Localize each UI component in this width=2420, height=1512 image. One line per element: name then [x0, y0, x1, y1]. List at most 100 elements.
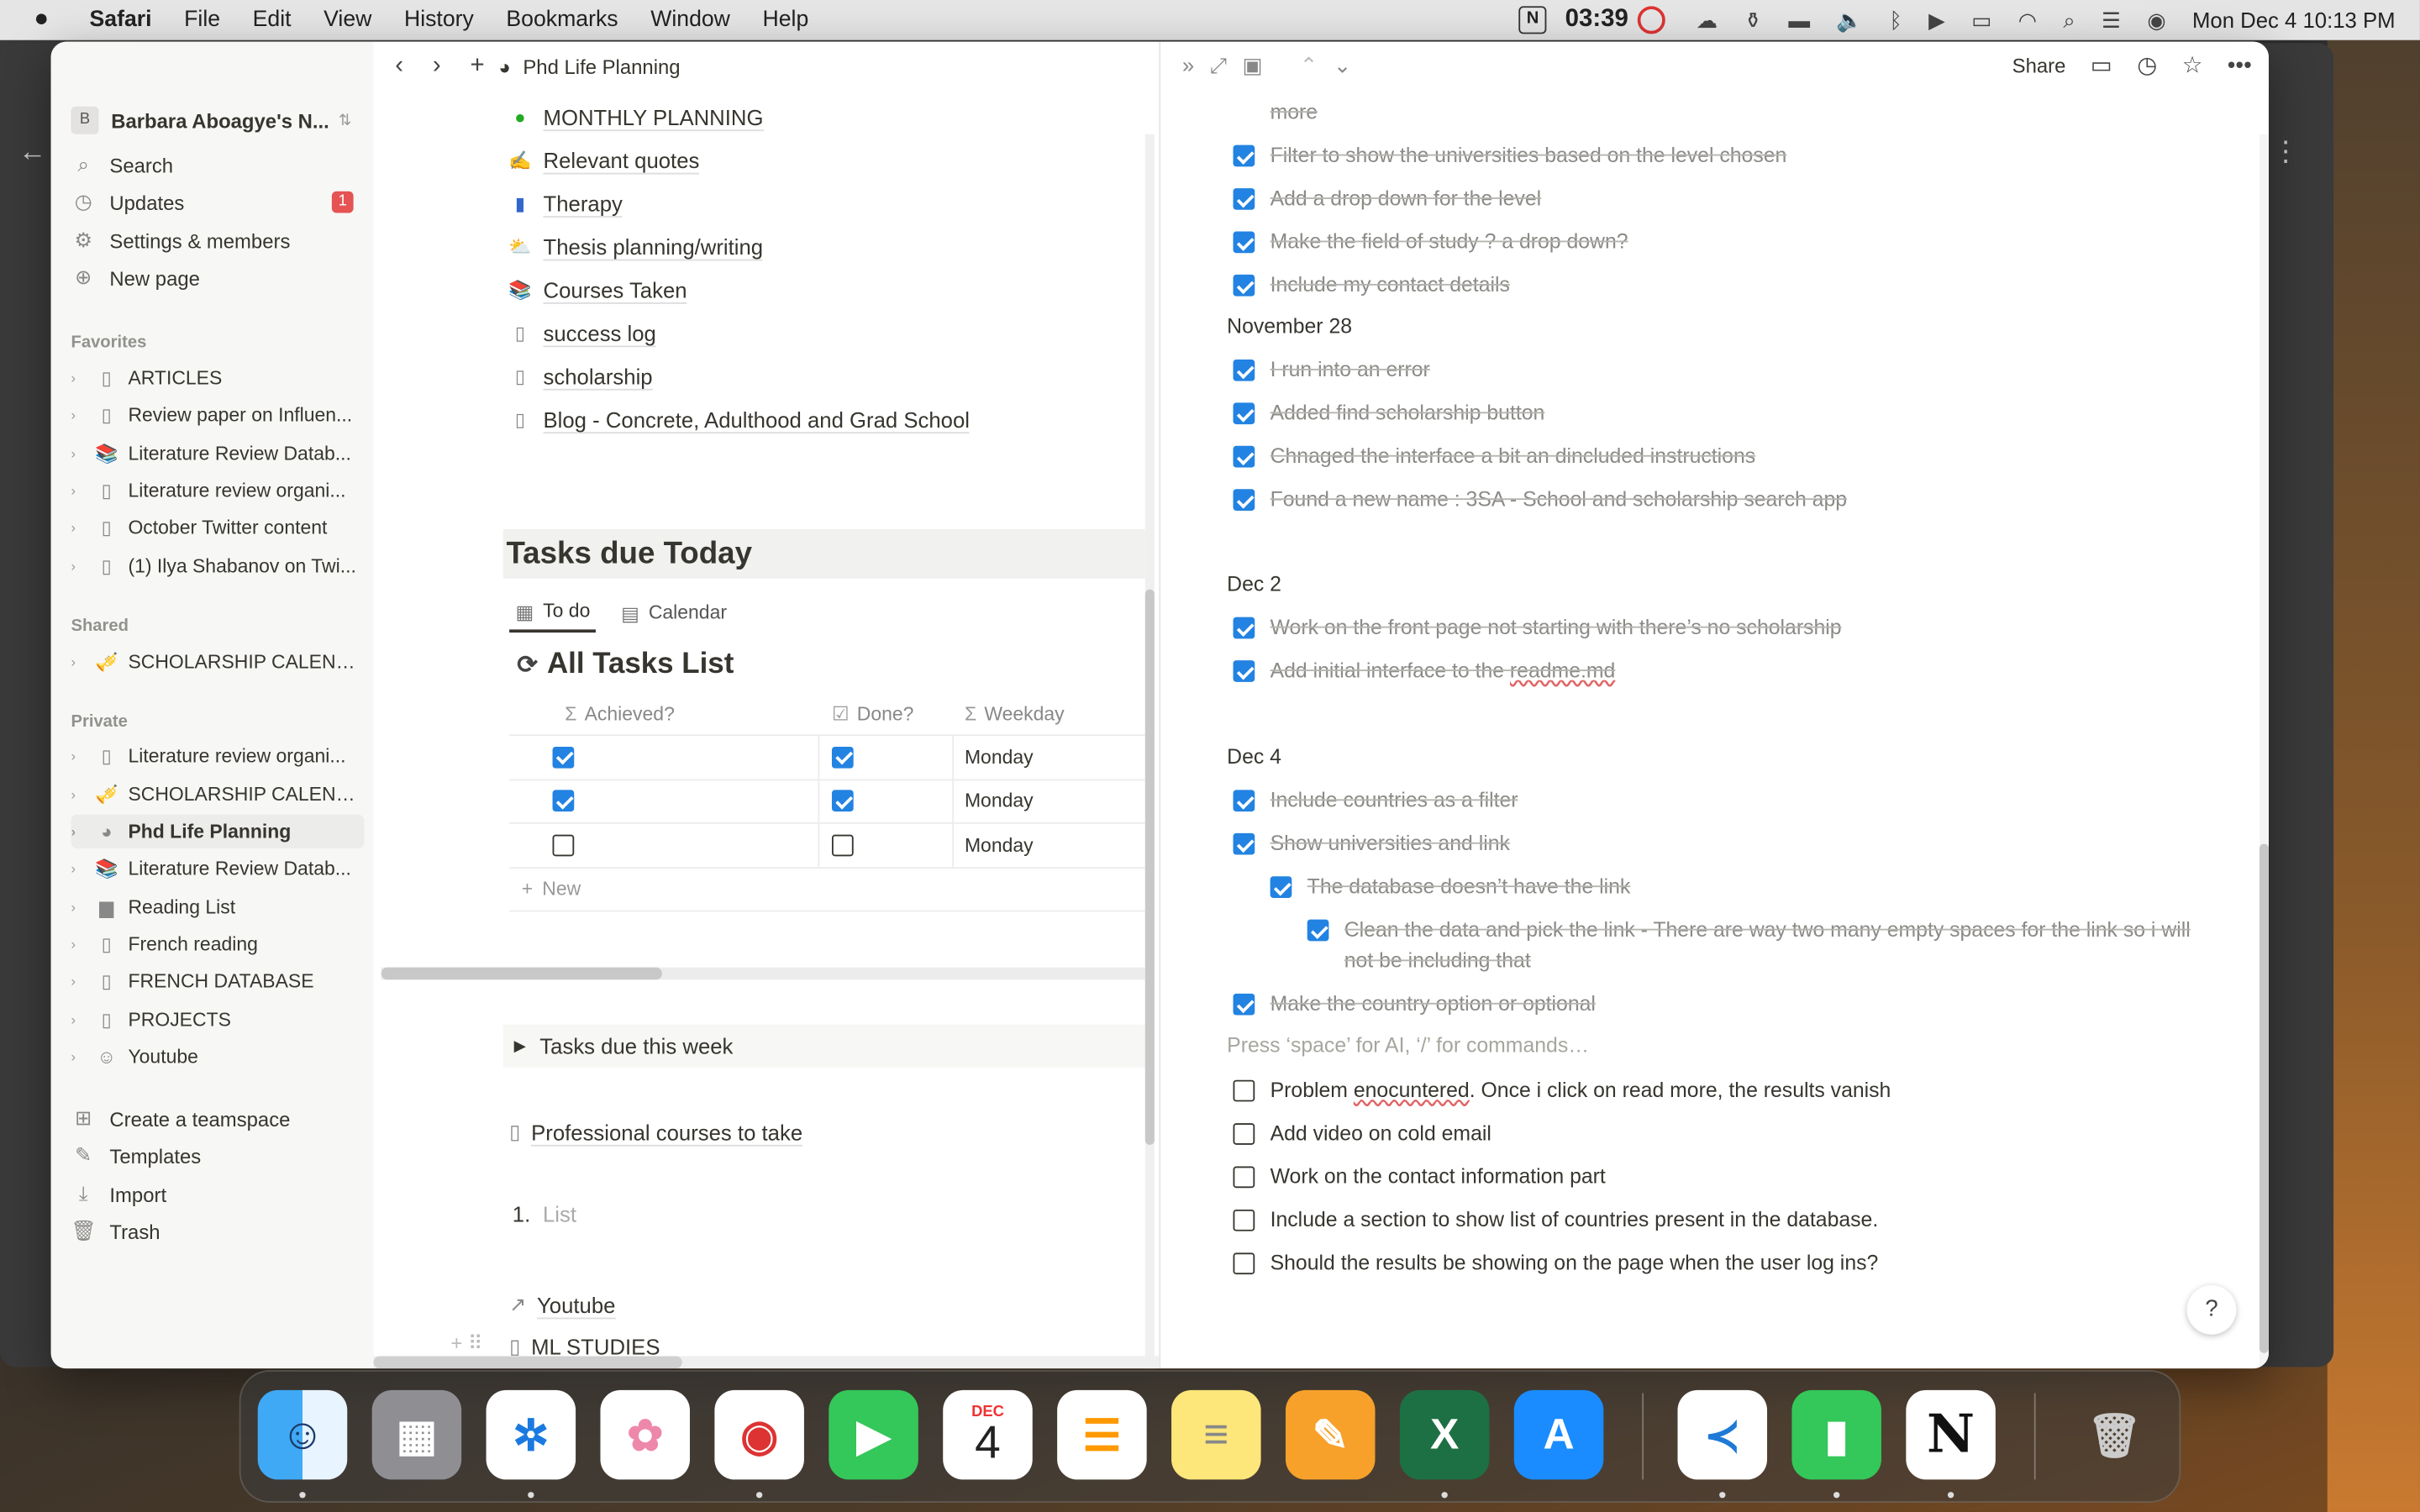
todo-item[interactable]: Should the results be showing on the pag… [1233, 1248, 2221, 1279]
empty-block-placeholder[interactable]: Press ‘space’ for AI, ‘/’ for commands… [1227, 1034, 1589, 1058]
chevron-up-icon[interactable]: ⌃ [1300, 52, 1318, 78]
column-weekday[interactable]: Σ Weekday [954, 693, 1145, 735]
page-link-therapy[interactable]: ▮ Therapy [505, 185, 623, 222]
cloud-icon[interactable]: ☁ [1697, 7, 1718, 33]
sidebar-page[interactable]: › 🎺 SCHOLARSHIP CALEND... [71, 778, 364, 811]
share-button[interactable]: Share [2012, 53, 2066, 76]
table-horizontal-scrollbar[interactable] [381, 967, 1145, 980]
scrollbar-thumb[interactable] [2259, 843, 2269, 1353]
page-link-thesis[interactable]: ⛅ Thesis planning/writing [505, 228, 764, 265]
todo-checkbox[interactable] [1233, 832, 1255, 855]
todo-checkbox[interactable] [1270, 876, 1292, 898]
scrollbar-thumb[interactable] [1144, 589, 1155, 1145]
todo-item[interactable]: Added find scholarship button [1233, 398, 2221, 429]
sidebar-import[interactable]: ⤓ Import [71, 1177, 166, 1210]
todo-item[interactable]: Filter to show the universities based on… [1233, 140, 2221, 171]
table-row[interactable]: Monday [509, 823, 1145, 869]
left-horizontal-scrollbar[interactable] [373, 1356, 1160, 1369]
todo-checkbox[interactable] [1233, 144, 1255, 167]
column-done[interactable]: ☑ Done? [819, 693, 954, 735]
excel-icon[interactable]: X [1399, 1389, 1490, 1480]
workspace-switcher[interactable]: B Barbara Aboagye's N... ⇅ [71, 106, 351, 134]
done-checkbox[interactable] [831, 790, 854, 812]
facetime-icon[interactable]: ▶ [829, 1389, 918, 1480]
todo-checkbox[interactable] [1233, 1123, 1255, 1145]
notion-icon[interactable]: N [1906, 1389, 1996, 1480]
sidebar-create-teamspace[interactable]: ⊞ Create a teamspace [71, 1101, 290, 1135]
expand-icon[interactable]: ⤢ [1210, 52, 1228, 78]
todo-item-nested[interactable]: Clean the data and pick the link - There… [1307, 915, 2202, 976]
menu-file[interactable]: File [184, 8, 220, 32]
sidebar-page[interactable]: › ▯ French reading [71, 927, 364, 961]
calendar-icon[interactable]: DEC 4 [943, 1389, 1033, 1480]
todo-item[interactable]: Include my contact details [1233, 270, 2221, 301]
page-link-scholarship[interactable]: ▯ scholarship [505, 358, 653, 395]
chrome-icon[interactable]: ◉ [714, 1389, 804, 1480]
play-icon[interactable]: ▶ [1928, 7, 1945, 33]
sidebar-page[interactable]: › 🎺 SCHOLARSHIP CALEND... [71, 645, 364, 679]
chevron-right-icon[interactable]: › [71, 483, 86, 498]
right-vertical-scrollbar[interactable] [2259, 134, 2269, 1369]
close-peek-icon[interactable]: » [1182, 52, 1194, 78]
todo-checkbox[interactable] [1233, 274, 1255, 297]
chevron-right-icon[interactable]: › [71, 446, 86, 461]
todo-checkbox[interactable] [1233, 1079, 1255, 1102]
control-center-icon[interactable]: ☰ [2102, 7, 2121, 33]
menu-bookmarks[interactable]: Bookmarks [506, 8, 618, 32]
toggle-tasks-this-week[interactable]: ▶ Tasks due this week [502, 1024, 1145, 1068]
siri-icon[interactable]: ◉ [2147, 7, 2165, 33]
chevron-right-icon[interactable]: › [71, 370, 86, 386]
todo-item[interactable]: Chnaged the interface a bit an dincluded… [1233, 441, 2221, 472]
todo-item[interactable]: Add a drop down for the level [1233, 184, 2221, 215]
todo-item[interactable]: Add initial interface to the readme.md [1233, 656, 2221, 687]
triangle-right-icon[interactable]: ▶ [514, 1037, 526, 1054]
todo-checkbox[interactable] [1233, 790, 1255, 812]
star-icon[interactable]: ☆ [2182, 51, 2203, 78]
chevron-right-icon[interactable]: › [71, 520, 86, 535]
done-checkbox[interactable] [831, 834, 854, 856]
todo-item[interactable]: Add video on cold email [1233, 1119, 2221, 1150]
sidebar-templates[interactable]: ✎ Templates [71, 1138, 201, 1172]
photos-icon[interactable]: ✿ [600, 1389, 691, 1480]
page-link-success[interactable]: ▯ success log [505, 315, 656, 352]
tab-calendar[interactable]: ▤ Calendar [621, 592, 727, 633]
chevron-right-icon[interactable]: › [71, 748, 86, 764]
sidebar-page[interactable]: › ▯ (1) Ilya Shabanov on Twi... [71, 549, 364, 583]
todo-checkbox[interactable] [1307, 919, 1329, 942]
todo-item[interactable]: Include countries as a filter [1233, 785, 2221, 816]
todo-checkbox[interactable] [1233, 402, 1255, 425]
database-title[interactable]: ⟳ All Tasks List [517, 648, 734, 681]
todo-item[interactable]: Show universities and link [1233, 828, 2221, 859]
menu-edit[interactable]: Edit [253, 8, 292, 32]
todo-item[interactable]: Work on the front page not starting with… [1233, 612, 2221, 643]
page-link-professional[interactable]: ▯ Professional courses to take [509, 1114, 803, 1151]
todo-checkbox[interactable] [1233, 1209, 1255, 1231]
chevron-right-icon[interactable]: › [71, 974, 86, 989]
wifi-icon[interactable]: ◠ [2018, 7, 2037, 33]
sidebar-settings[interactable]: ⚙ Settings & members [71, 223, 290, 257]
chevron-right-icon[interactable]: › [71, 559, 86, 574]
todo-checkbox[interactable] [1233, 359, 1255, 381]
trash-icon[interactable]: 🗑 [2070, 1390, 2160, 1480]
todo-checkbox[interactable] [1233, 660, 1255, 682]
volume-icon[interactable]: 🔈 [1836, 7, 1863, 33]
numbers-icon[interactable]: ▮ [1791, 1389, 1881, 1480]
page-link-blog[interactable]: ▯ Blog - Concrete, Adulthood and Grad Sch… [505, 402, 970, 438]
sidebar-page[interactable]: › ▯ Literature review organi... [71, 474, 364, 507]
sidebar-search[interactable]: ⌕ Search [71, 148, 173, 181]
back-icon[interactable]: ‹ [395, 52, 403, 80]
chevron-right-icon[interactable]: › [71, 900, 86, 915]
sidebar-page[interactable]: › ▯ Literature review organi... [71, 739, 364, 773]
sidebar-page[interactable]: › 📚 Literature Review Datab... [71, 437, 364, 470]
sidebar-page[interactable]: › ☺ Youtube [71, 1040, 364, 1074]
side-peek-icon[interactable]: ▣ [1243, 52, 1263, 78]
sidebar-trash[interactable]: 🗑 Trash [71, 1214, 160, 1247]
menu-history[interactable]: History [404, 8, 474, 32]
history-icon[interactable]: ◷ [2137, 51, 2157, 78]
plus-icon[interactable]: + [471, 52, 485, 80]
vscode-icon[interactable]: ≺ [1677, 1389, 1768, 1480]
app-store-icon[interactable]: A [1513, 1389, 1604, 1480]
table-row[interactable]: Monday [509, 780, 1145, 824]
todo-item[interactable]: I run into an error [1233, 354, 2221, 386]
left-vertical-scrollbar[interactable] [1144, 134, 1155, 1369]
